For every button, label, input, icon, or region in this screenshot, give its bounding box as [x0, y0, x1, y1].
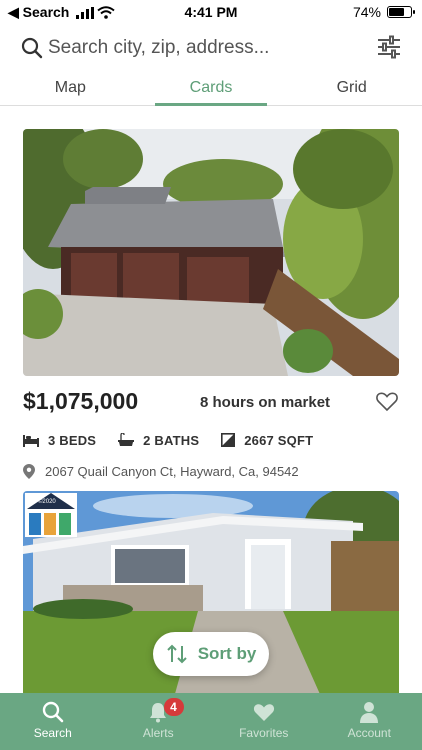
app-screen: ◀ Search 4:41 PM 74% Search city, zip, a… [0, 0, 422, 750]
alerts-badge: 4 [163, 698, 184, 716]
listing-price: $1,075,000 [23, 388, 139, 414]
bathtub-icon [118, 433, 135, 446]
status-bar: ◀ Search 4:41 PM 74% [0, 0, 422, 24]
listing-stats: 3 BEDS 2 BATHS 2667 SQFT [23, 428, 399, 452]
location-pin-icon [23, 463, 35, 479]
search-input[interactable] [48, 34, 368, 62]
baths-label: 2 BATHS [143, 432, 200, 448]
nav-search[interactable]: Search [0, 693, 106, 750]
search-icon [21, 37, 43, 59]
listing-photo[interactable] [23, 129, 399, 376]
sort-arrows-icon [167, 644, 187, 664]
nav-account-label: Account [347, 726, 391, 740]
sort-by-label: Sort by [197, 644, 257, 663]
listing-address: 2067 Quail Canyon Ct, Hayward, Ca, 94542 [45, 463, 299, 479]
search-bar [0, 28, 422, 68]
stat-sqft: 2667 SQFT [221, 433, 313, 448]
beds-label: 3 BEDS [48, 432, 97, 448]
person-icon [360, 702, 379, 723]
listing-card[interactable]: $1,075,000 8 hours on market 3 BEDS 2 BA… [23, 129, 399, 482]
tab-grid[interactable]: Grid [281, 72, 422, 105]
battery-icon [387, 6, 415, 18]
address-row: 2067 Quail Canyon Ct, Hayward, Ca, 94542 [23, 460, 399, 482]
heart-outline-icon[interactable] [375, 389, 399, 413]
battery-percent: 74% [352, 4, 381, 20]
battery-fill [389, 8, 404, 16]
filter-sliders-icon[interactable] [376, 34, 402, 60]
time-on-market: 8 hours on market [200, 394, 331, 411]
battery-status: 74% [352, 4, 415, 20]
price-row: $1,075,000 8 hours on market [23, 384, 399, 428]
search-icon [42, 701, 64, 723]
sort-by-button[interactable]: Sort by [153, 632, 269, 676]
view-tabs: Map Cards Grid [0, 72, 422, 106]
sqft-label: 2667 SQFT [244, 432, 314, 448]
nav-favorites[interactable]: Favorites [211, 693, 317, 750]
logo-badge-text: ©2020 [38, 499, 56, 505]
stat-baths: 2 BATHS [118, 433, 199, 448]
bottom-nav: Search 4 Alerts Favorites Account [0, 693, 422, 750]
nav-alerts-label: Alerts [142, 726, 174, 740]
nav-favorites-label: Favorites [239, 726, 289, 740]
tab-map[interactable]: Map [0, 72, 141, 105]
tab-cards[interactable]: Cards [141, 72, 282, 106]
heart-icon [253, 704, 274, 721]
nav-account[interactable]: Account [317, 693, 422, 750]
stat-beds: 3 BEDS [23, 433, 96, 448]
nav-search-label: Search [33, 726, 72, 740]
bed-icon [23, 435, 39, 447]
nav-alerts[interactable]: 4 Alerts [106, 693, 212, 750]
area-icon [221, 433, 236, 447]
